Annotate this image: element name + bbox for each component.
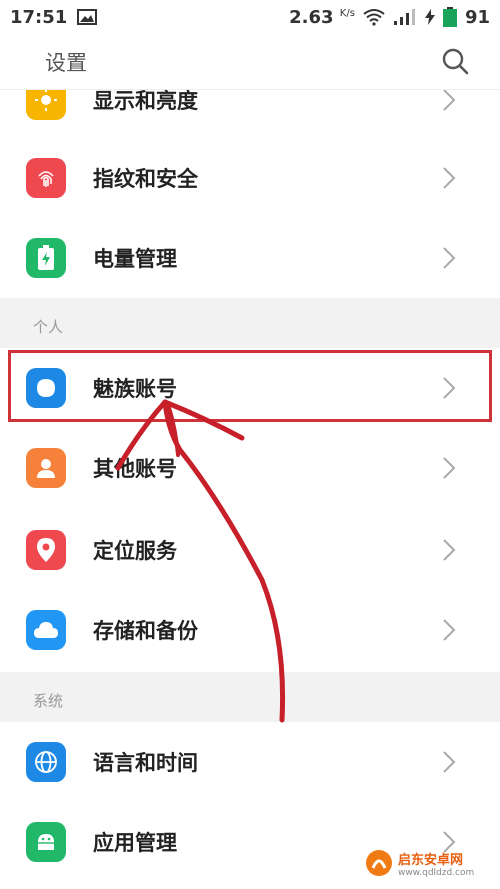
watermark-url: www.qdldzd.com <box>398 867 475 878</box>
watermark-logo-icon <box>366 850 392 876</box>
watermark-text: 启东安卓网 <box>398 852 464 868</box>
watermark: 启东安卓网 www.qdldzd.com <box>364 841 494 885</box>
annotation-arrow <box>115 399 286 723</box>
